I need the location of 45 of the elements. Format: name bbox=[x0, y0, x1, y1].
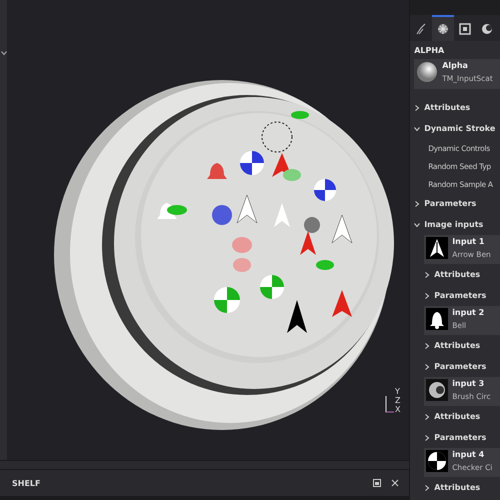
section-header[interactable]: Attributes bbox=[410, 406, 500, 427]
chevron-right-icon bbox=[424, 272, 430, 278]
input-name: input 4 bbox=[452, 450, 486, 459]
axis-label: X bbox=[395, 406, 400, 414]
alpha-thumbnail bbox=[426, 450, 448, 472]
chevron-down-icon bbox=[414, 126, 420, 132]
sphere-thumbnail bbox=[416, 61, 438, 83]
alpha-thumbnail bbox=[426, 237, 448, 259]
close-icon[interactable] bbox=[391, 479, 400, 487]
section-header[interactable]: Parameters bbox=[410, 285, 500, 306]
brush-icon bbox=[415, 23, 428, 35]
section-header[interactable]: Parameters bbox=[410, 356, 500, 377]
section-header[interactable]: Image inputs bbox=[410, 214, 500, 235]
section-header[interactable]: Parameters bbox=[410, 427, 500, 448]
chevron-right-icon bbox=[424, 342, 430, 348]
chevron-right-icon bbox=[424, 484, 430, 490]
axis-gizmo-icon bbox=[385, 396, 395, 414]
section-header[interactable]: Dynamic Stroke bbox=[410, 118, 500, 139]
checker-sphere-icon bbox=[437, 23, 450, 35]
panel-tab[interactable] bbox=[432, 15, 454, 41]
input-name: input 2 bbox=[452, 308, 484, 317]
section-header[interactable]: Attributes bbox=[410, 264, 500, 285]
panel-title: SHELF bbox=[12, 478, 42, 488]
chevron-right-icon bbox=[414, 200, 420, 206]
chevron-right-icon bbox=[424, 434, 430, 440]
float-panel-button[interactable] bbox=[373, 479, 382, 487]
section-header[interactable]: Attributes bbox=[410, 335, 500, 356]
input-name: input 3 bbox=[452, 379, 486, 388]
section-header[interactable]: Attributes bbox=[410, 477, 500, 498]
alpha-name: Alpha bbox=[442, 61, 469, 70]
alpha-thumbnail bbox=[426, 379, 448, 401]
sphere-icon bbox=[481, 23, 494, 35]
alpha-thumbnail bbox=[426, 308, 448, 330]
chevron-right-icon bbox=[424, 414, 430, 420]
chevron-right-icon bbox=[424, 364, 430, 370]
section-title: ALPHA bbox=[413, 45, 446, 57]
chevron-right-icon bbox=[414, 104, 420, 110]
chevron-right-icon bbox=[424, 292, 430, 298]
section-header[interactable]: Attributes bbox=[410, 97, 500, 118]
chevron-down-icon[interactable] bbox=[0, 50, 6, 56]
chevron-down-icon bbox=[414, 222, 420, 228]
section-header[interactable]: Parameters bbox=[410, 193, 500, 214]
input-name: Input 1 bbox=[452, 237, 486, 246]
axis-label: Z bbox=[395, 397, 400, 405]
axis-label: Y bbox=[395, 388, 400, 396]
